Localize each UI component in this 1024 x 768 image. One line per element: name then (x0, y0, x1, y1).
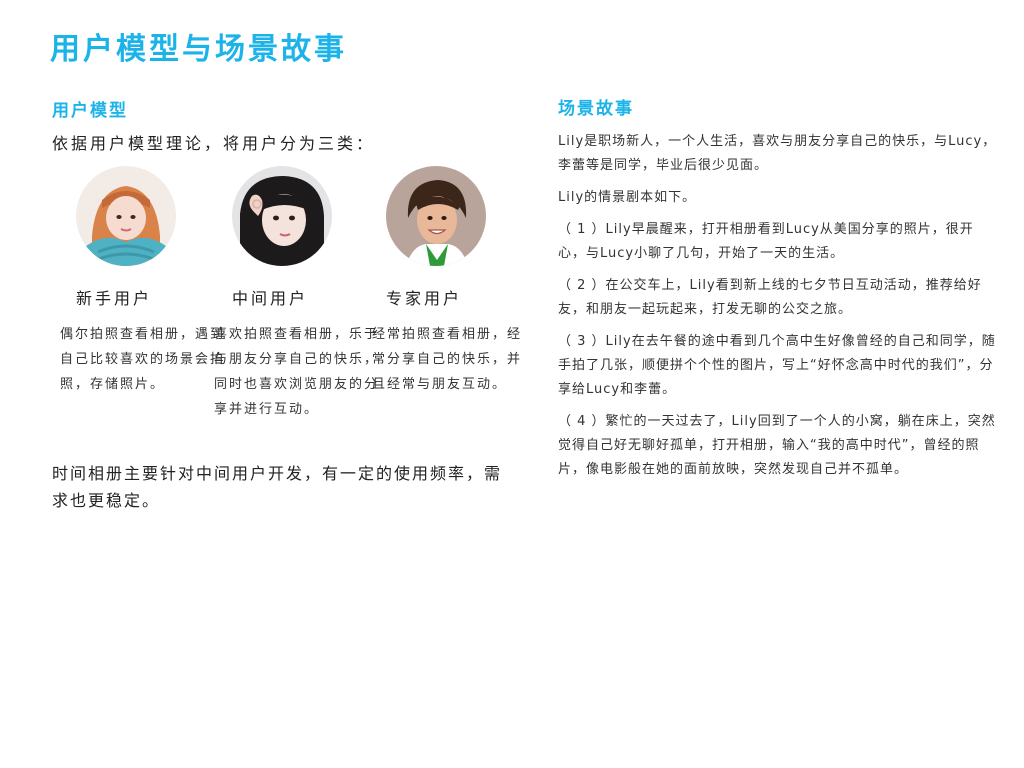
user-card-intermediate: 中间用户 喜欢拍照查看相册，乐于与朋友分享自己的快乐，同时也喜欢浏览朋友的分享并… (214, 165, 382, 422)
scenario-paragraph: Lily的情景剧本如下。 (558, 189, 697, 205)
scenario-paragraph: （ 2 ）在公交车上，Lily看到新上线的七夕节日互动活动，推荐给好友，和朋友一… (558, 277, 982, 317)
user-name: 专家用户 (386, 288, 463, 308)
user-card-expert: 专家用户 经常拍照查看相册，经常分享自己的快乐，并且经常与朋友互动。 (372, 165, 536, 397)
scenario-heading: 场景故事 (558, 99, 634, 119)
scenario-section: 场景故事 Lily是职场新人，一个人生活，喜欢与朋友分享自己的快乐，与Lucy，… (558, 98, 998, 490)
scenario-paragraph: （ 1 ）Lily早晨醒来，打开相册看到Lucy从美国分享的照片，很开心，与Lu… (558, 221, 974, 261)
page-title: 用户模型与场景故事 (50, 32, 347, 67)
user-model-section: 用户模型 依据用户模型理论，将用户分为三类： 新手用户 偶尔拍照查看相册，遇到自… (52, 100, 522, 514)
user-name: 新手用户 (76, 288, 153, 308)
user-card-novice: 新手用户 偶尔拍照查看相册，遇到自己比较喜欢的场景会拍照，存储照片。 (60, 165, 226, 397)
user-name: 中间用户 (232, 288, 309, 308)
user-description: 经常拍照查看相册，经常分享自己的快乐，并且经常与朋友互动。 (372, 327, 523, 393)
scenario-paragraph: （ 3 ）Lily在去午餐的途中看到几个高中生好像曾经的自己和同学，随手拍了几张… (558, 333, 996, 397)
user-model-intro: 依据用户模型理论，将用户分为三类： (52, 133, 376, 153)
user-model-conclusion: 时间相册主要针对中间用户开发，有一定的使用频率，需求也更稳定。 (52, 463, 503, 510)
scenario-paragraph: Lily是职场新人，一个人生活，喜欢与朋友分享自己的快乐，与Lucy，李蕾等是同… (558, 133, 997, 173)
scenario-paragraph: （ 4 ）繁忙的一天过去了，Lily回到了一个人的小窝，躺在床上，突然觉得自己好… (558, 413, 996, 477)
avatar-girl-scarf-icon (76, 165, 176, 266)
avatar-boy-smile-icon (386, 165, 486, 266)
avatar-girl-heart-hand-icon (232, 165, 332, 266)
user-types: 新手用户 偶尔拍照查看相册，遇到自己比较喜欢的场景会拍照，存储照片。 中间用户 (52, 165, 522, 446)
user-model-heading: 用户模型 (52, 101, 128, 121)
user-description: 喜欢拍照查看相册，乐于与朋友分享自己的快乐，同时也喜欢浏览朋友的分享并进行互动。 (214, 327, 380, 418)
user-description: 偶尔拍照查看相册，遇到自己比较喜欢的场景会拍照，存储照片。 (60, 327, 226, 393)
